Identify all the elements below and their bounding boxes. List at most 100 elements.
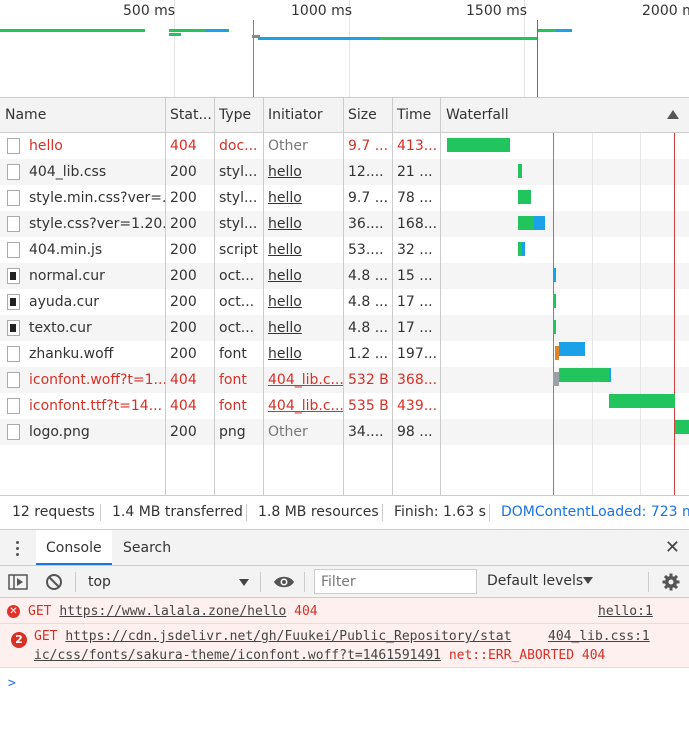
waterfall-bar[interactable] — [609, 394, 675, 408]
waterfall-bar[interactable] — [534, 216, 545, 230]
request-name-cell[interactable]: style.min.css?ver=... — [24, 185, 165, 211]
waterfall-row — [441, 211, 689, 237]
request-method: GET — [28, 604, 60, 619]
waterfall-bar[interactable] — [559, 342, 585, 356]
request-name-cell[interactable]: normal.cur — [24, 263, 165, 289]
filter-input[interactable] — [314, 569, 477, 594]
table-row[interactable]: hello 404 doc... Other 9.7 ... 413... — [0, 133, 440, 159]
error-url-link[interactable]: ic/css/fonts/sakura-theme/iconfont.woff?… — [34, 648, 441, 663]
request-name-cell[interactable]: texto.cur — [24, 315, 165, 341]
waterfall-bar[interactable] — [522, 242, 525, 256]
table-row[interactable]: logo.png 200 png Other 34.... 98 ... — [0, 419, 440, 445]
console-prompt-icon[interactable]: > — [8, 676, 16, 691]
initiator-cell[interactable]: hello — [263, 159, 343, 185]
waterfall-bar[interactable] — [447, 138, 510, 152]
initiator-cell[interactable]: hello — [263, 315, 343, 341]
table-row[interactable]: iconfont.ttf?t=14... 404 font 404_lib.c... 5… — [0, 393, 440, 419]
waterfall-bar[interactable] — [559, 368, 609, 382]
summary-divider — [100, 504, 101, 521]
request-name-cell[interactable]: iconfont.woff?t=1... — [24, 367, 165, 393]
initiator-cell[interactable]: hello — [263, 185, 343, 211]
sidebar-toggle-icon[interactable] — [8, 574, 28, 590]
type-cell: oct... — [219, 320, 255, 336]
waterfall-row — [441, 419, 689, 445]
request-name-cell[interactable]: iconfont.ttf?t=14... — [24, 393, 165, 419]
column-divider[interactable] — [263, 98, 264, 495]
type-cell: styl... — [219, 216, 258, 232]
live-expression-eye-icon[interactable] — [273, 575, 295, 589]
initiator-cell[interactable]: hello — [263, 341, 343, 367]
type-cell: png — [219, 424, 246, 440]
request-name-cell[interactable]: zhanku.woff — [24, 341, 165, 367]
type-cell: font — [219, 372, 247, 388]
type-cell: oct... — [219, 294, 255, 310]
column-divider[interactable] — [392, 98, 393, 495]
column-header-name[interactable]: Name — [0, 98, 165, 132]
sort-ascending-icon[interactable] — [667, 110, 679, 119]
time-cell: 368... — [397, 372, 438, 388]
table-row[interactable]: ayuda.cur 200 oct... hello 4.8 ... 17 ... — [0, 289, 440, 315]
cursor-file-icon — [7, 320, 20, 336]
request-name-cell[interactable]: 404.min.js — [24, 237, 165, 263]
error-url-link[interactable]: https://www.lalala.zone/hello — [59, 604, 286, 619]
column-header-initiator[interactable]: Initiator — [263, 98, 343, 132]
waterfall-bar[interactable] — [518, 190, 531, 204]
initiator-cell[interactable]: 404_lib.c... — [263, 367, 343, 393]
column-header-type[interactable]: Type — [214, 98, 263, 132]
settings-gear-icon[interactable] — [662, 573, 680, 591]
clear-console-icon[interactable] — [45, 573, 63, 591]
type-cell: oct... — [219, 268, 255, 284]
overview-bar — [206, 29, 228, 32]
column-header-status[interactable]: Stat... — [165, 98, 214, 132]
file-icon — [7, 164, 20, 180]
source-link[interactable]: hello:1 — [598, 604, 653, 619]
table-row[interactable]: 404_lib.css 200 styl... hello 12.... 21 ... — [0, 159, 440, 185]
table-row[interactable]: iconfont.woff?t=1... 404 font 404_lib.c... 5… — [0, 367, 440, 393]
request-name-cell[interactable]: ayuda.cur — [24, 289, 165, 315]
more-options-icon[interactable] — [12, 539, 24, 557]
table-row[interactable]: texto.cur 200 oct... hello 4.8 ... 17 ... — [0, 315, 440, 341]
table-row[interactable]: zhanku.woff 200 font hello 1.2 ... 197... — [0, 341, 440, 367]
waterfall-bar[interactable] — [553, 294, 556, 308]
column-divider[interactable] — [343, 98, 344, 495]
waterfall-bar[interactable] — [675, 420, 689, 434]
source-link[interactable]: 404_lib.css:1 — [548, 629, 650, 644]
file-icon — [7, 346, 20, 362]
close-icon[interactable]: ✕ — [665, 539, 680, 557]
table-row[interactable]: style.min.css?ver=... 200 styl... hello 9.7 … — [0, 185, 440, 211]
waterfall-bar[interactable] — [609, 368, 611, 382]
time-cell: 98 ... — [397, 424, 433, 440]
waterfall-bar[interactable] — [518, 164, 522, 178]
table-row[interactable]: style.css?ver=1.20... 200 styl... hello 36..… — [0, 211, 440, 237]
overview-timeline[interactable]: 500 ms 1000 ms 1500 ms 2000 ms — [0, 0, 689, 97]
waterfall-row — [441, 159, 689, 185]
tab-search[interactable]: Search — [113, 530, 181, 565]
time-cell: 168... — [397, 216, 438, 232]
request-name-cell[interactable]: 404_lib.css — [24, 159, 165, 185]
request-name-cell[interactable]: hello — [24, 133, 165, 159]
column-header-waterfall[interactable]: Waterfall — [441, 98, 689, 132]
context-selector[interactable]: top — [80, 570, 254, 594]
table-row[interactable]: 404.min.js 200 script hello 53.... 32 ... — [0, 237, 440, 263]
initiator-cell[interactable]: hello — [263, 211, 343, 237]
waterfall-bar[interactable] — [553, 268, 556, 282]
error-url-link[interactable]: https://cdn.jsdelivr.net/gh/Fuukei/Publi… — [65, 629, 511, 644]
initiator-cell[interactable]: hello — [263, 237, 343, 263]
summary-divider — [246, 504, 247, 521]
column-divider[interactable] — [214, 98, 215, 495]
initiator-cell[interactable]: 404_lib.c... — [263, 393, 343, 419]
column-divider[interactable] — [165, 98, 166, 495]
waterfall-bar[interactable] — [518, 216, 534, 230]
column-header-size[interactable]: Size — [343, 98, 392, 132]
tab-console[interactable]: Console — [36, 530, 112, 565]
table-row[interactable]: normal.cur 200 oct... hello 4.8 ... 15 ... — [0, 263, 440, 289]
request-name-cell[interactable]: style.css?ver=1.20... — [24, 211, 165, 237]
time-cell: 17 ... — [397, 294, 433, 310]
log-levels-dropdown[interactable]: Default levels — [487, 566, 593, 597]
initiator-cell[interactable]: hello — [263, 263, 343, 289]
console-output[interactable]: ✕ GET https://www.lalala.zone/hello 404 … — [0, 598, 689, 735]
column-header-time[interactable]: Time — [392, 98, 440, 132]
waterfall-bar[interactable] — [553, 320, 556, 334]
request-name-cell[interactable]: logo.png — [24, 419, 165, 445]
initiator-cell[interactable]: hello — [263, 289, 343, 315]
